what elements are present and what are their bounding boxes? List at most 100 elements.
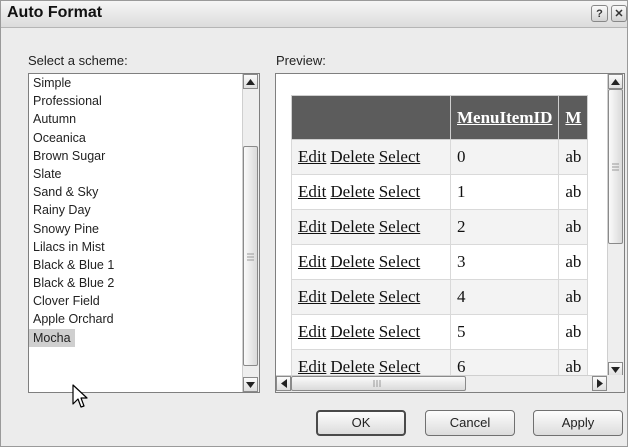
- scheme-item[interactable]: Rainy Day: [29, 201, 241, 219]
- apply-button[interactable]: Apply: [533, 410, 623, 436]
- grid-truncated-cell: ab: [558, 139, 589, 175]
- grid-menuitemid-cell: 3: [449, 244, 560, 280]
- delete-link[interactable]: Delete: [330, 322, 374, 341]
- select-link[interactable]: Select: [379, 217, 421, 236]
- select-link[interactable]: Select: [379, 357, 421, 376]
- preview-vertical-scrollbar[interactable]: [607, 74, 624, 377]
- scroll-down-icon: [611, 366, 620, 373]
- select-link[interactable]: Select: [379, 287, 421, 306]
- scrollbar-corner: [607, 375, 624, 392]
- grid-header-row: MenuItemID M: [291, 95, 589, 140]
- edit-link[interactable]: Edit: [298, 252, 326, 271]
- auto-format-dialog: Auto Format ? ✕ Select a scheme: Preview…: [0, 0, 628, 447]
- delete-link[interactable]: Delete: [330, 217, 374, 236]
- preview-scroll-up-button[interactable]: [608, 74, 623, 89]
- delete-link[interactable]: Delete: [330, 147, 374, 166]
- grid-truncated-cell: ab: [558, 244, 589, 280]
- scroll-up-button[interactable]: [243, 74, 258, 89]
- edit-link[interactable]: Edit: [298, 147, 326, 166]
- grid-truncated-cell: ab: [558, 314, 589, 350]
- select-link[interactable]: Select: [379, 147, 421, 166]
- select-link[interactable]: Select: [379, 322, 421, 341]
- scheme-item[interactable]: Autumn: [29, 110, 241, 128]
- grid-command-cell: Edit Delete Select: [291, 209, 451, 245]
- preview-scroll-right-button[interactable]: [592, 376, 607, 391]
- delete-link[interactable]: Delete: [330, 182, 374, 201]
- edit-link[interactable]: Edit: [298, 287, 326, 306]
- scheme-item[interactable]: Sand & Sky: [29, 183, 241, 201]
- scheme-item[interactable]: Apple Orchard: [29, 310, 241, 328]
- cancel-button[interactable]: Cancel: [425, 410, 515, 436]
- delete-link[interactable]: Delete: [330, 287, 374, 306]
- grid-row: Edit Delete Select 0 ab: [291, 139, 589, 175]
- select-link[interactable]: Select: [379, 252, 421, 271]
- edit-link[interactable]: Edit: [298, 217, 326, 236]
- delete-link[interactable]: Delete: [330, 357, 374, 376]
- scroll-down-button[interactable]: [243, 377, 258, 392]
- scheme-list-items: Simple Professional Autumn Oceanica Brown Su…: [29, 74, 241, 347]
- scheme-item[interactable]: Slate: [29, 165, 241, 183]
- grid-menuitemid-cell: 0: [449, 139, 560, 175]
- scroll-up-icon: [246, 78, 255, 85]
- scheme-listbox[interactable]: Simple Professional Autumn Oceanica Brown Su…: [28, 73, 260, 393]
- grid-command-cell: Edit Delete Select: [291, 279, 451, 315]
- close-button[interactable]: ✕: [611, 5, 627, 22]
- grid-header-commands: [291, 95, 451, 140]
- preview-hscroll-thumb[interactable]: [291, 376, 466, 391]
- preview-vscroll-thumb[interactable]: [608, 89, 623, 244]
- grid-truncated-cell: ab: [558, 174, 589, 210]
- grid-row: Edit Delete Select 1 ab: [291, 174, 589, 210]
- grid-row: Edit Delete Select 4 ab: [291, 279, 589, 315]
- scroll-left-icon: [280, 379, 287, 388]
- scheme-list-label: Select a scheme:: [28, 53, 128, 68]
- ok-button[interactable]: OK: [316, 410, 406, 436]
- window-title: Auto Format: [7, 4, 103, 21]
- grid-menuitemid-cell: 4: [449, 279, 560, 315]
- help-button[interactable]: ?: [591, 5, 608, 22]
- preview-grid: MenuItemID M Edit Delete Select 0 ab Edit Dele…: [291, 95, 589, 385]
- grid-truncated-cell: ab: [558, 209, 589, 245]
- scheme-item[interactable]: Oceanica: [29, 129, 241, 147]
- delete-link[interactable]: Delete: [330, 252, 374, 271]
- scheme-item[interactable]: Professional: [29, 92, 241, 110]
- scheme-item[interactable]: Black & Blue 2: [29, 274, 241, 292]
- grid-row: Edit Delete Select 5 ab: [291, 314, 589, 350]
- grip-icon: [373, 380, 381, 387]
- grip-icon: [612, 163, 619, 171]
- edit-link[interactable]: Edit: [298, 357, 326, 376]
- grid-menuitemid-cell: 5: [449, 314, 560, 350]
- grid-command-cell: Edit Delete Select: [291, 139, 451, 175]
- select-link[interactable]: Select: [379, 182, 421, 201]
- title-bar: Auto Format ? ✕: [1, 1, 627, 28]
- scroll-thumb[interactable]: [243, 146, 258, 366]
- grid-row: Edit Delete Select 2 ab: [291, 209, 589, 245]
- grid-header-truncated: M: [558, 95, 589, 140]
- scheme-item[interactable]: Mocha: [29, 328, 75, 347]
- grid-command-cell: Edit Delete Select: [291, 174, 451, 210]
- edit-link[interactable]: Edit: [298, 182, 326, 201]
- mouse-pointer-icon: [72, 384, 88, 408]
- scroll-down-icon: [246, 381, 255, 388]
- grid-menuitemid-cell: 1: [449, 174, 560, 210]
- scheme-item[interactable]: Clover Field: [29, 292, 241, 310]
- edit-link[interactable]: Edit: [298, 322, 326, 341]
- scheme-list-scrollbar[interactable]: [242, 74, 259, 392]
- grid-command-cell: Edit Delete Select: [291, 244, 451, 280]
- scheme-item[interactable]: Black & Blue 1: [29, 256, 241, 274]
- grid-command-cell: Edit Delete Select: [291, 314, 451, 350]
- grid-menuitemid-cell: 2: [449, 209, 560, 245]
- preview-horizontal-scrollbar[interactable]: [276, 375, 607, 392]
- grip-icon: [247, 253, 254, 261]
- scheme-item[interactable]: Simple: [29, 74, 241, 92]
- grid-truncated-cell: ab: [558, 279, 589, 315]
- grid-header-menuitemid: MenuItemID: [449, 95, 560, 140]
- scheme-item[interactable]: Snowy Pine: [29, 220, 241, 238]
- preview-scroll-left-button[interactable]: [276, 376, 291, 391]
- scheme-item[interactable]: Lilacs in Mist: [29, 238, 241, 256]
- scroll-up-icon: [611, 78, 620, 85]
- scroll-right-icon: [596, 379, 603, 388]
- scheme-item[interactable]: Brown Sugar: [29, 147, 241, 165]
- preview-label: Preview:: [276, 53, 326, 68]
- preview-pane: MenuItemID M Edit Delete Select 0 ab Edit Dele…: [275, 73, 625, 393]
- grid-row: Edit Delete Select 3 ab: [291, 244, 589, 280]
